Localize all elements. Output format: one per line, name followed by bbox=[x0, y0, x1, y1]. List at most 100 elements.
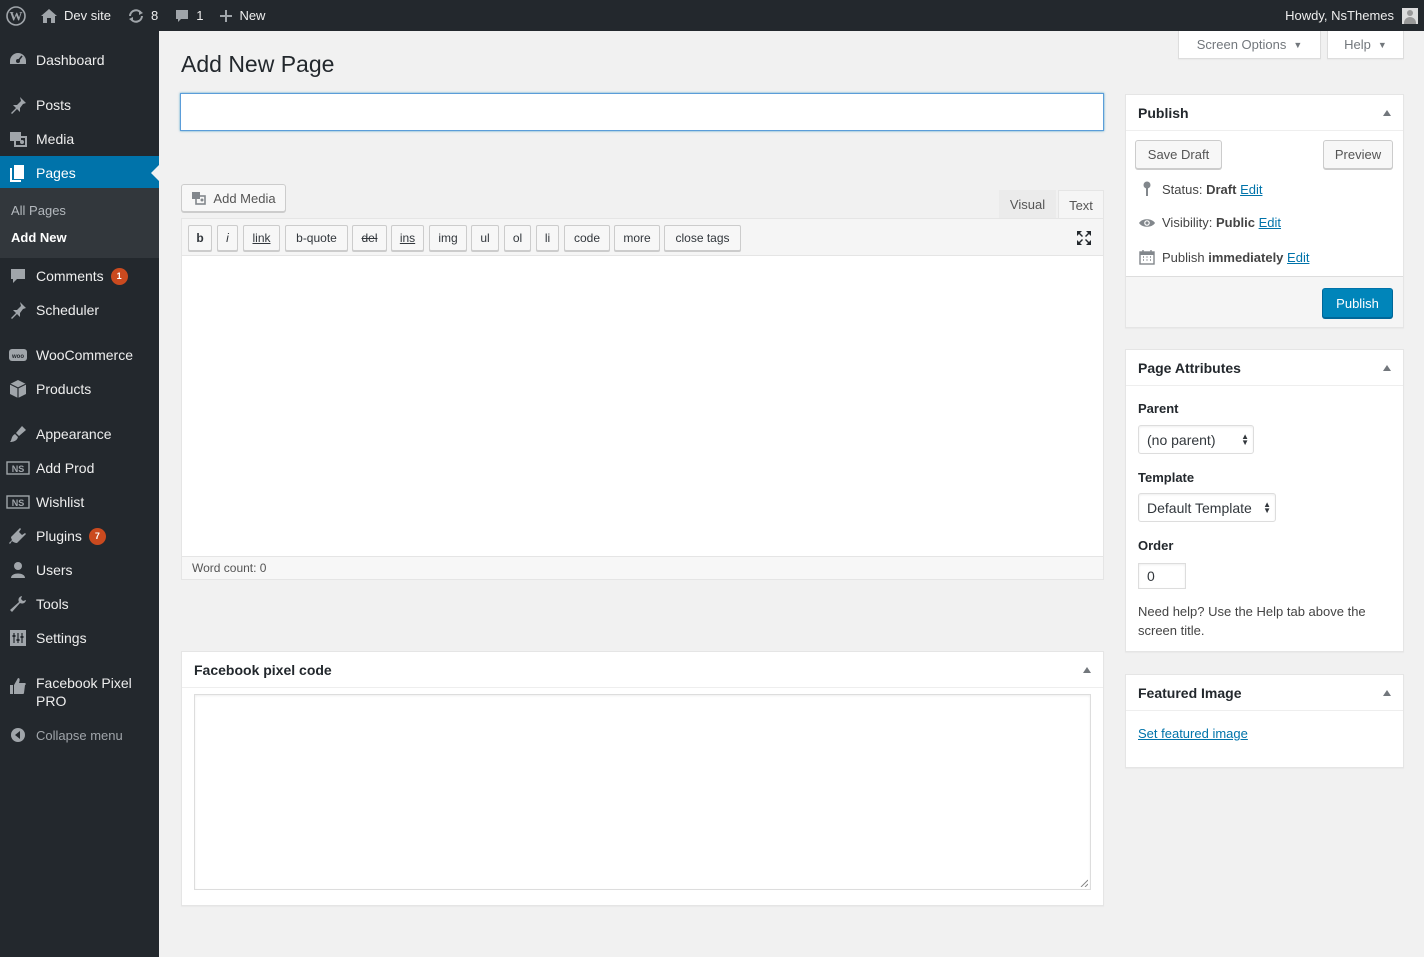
parent-label: Parent bbox=[1138, 401, 1179, 416]
status-value: Draft bbox=[1206, 181, 1237, 197]
my-account-menu[interactable]: Howdy, NsThemes bbox=[1285, 0, 1418, 31]
menu-item-scheduler[interactable]: Scheduler bbox=[0, 293, 159, 327]
home-icon bbox=[40, 8, 58, 24]
menu-item-users[interactable]: Users bbox=[0, 553, 159, 587]
order-input-value: 0 bbox=[1147, 568, 1155, 584]
qt-italic-button[interactable]: i bbox=[217, 225, 238, 251]
edit-visibility-link[interactable]: Edit bbox=[1259, 215, 1281, 230]
caret-down-icon: ▼ bbox=[1377, 39, 1387, 50]
svg-text:NS: NS bbox=[12, 498, 25, 508]
qt-ins-button[interactable]: ins bbox=[391, 225, 424, 251]
qt-bold-button[interactable]: b bbox=[188, 225, 212, 251]
page-title: Add New Page bbox=[181, 51, 335, 77]
help-label: Help bbox=[1344, 37, 1371, 52]
order-input[interactable]: 0 bbox=[1138, 563, 1186, 589]
edit-status-link[interactable]: Edit bbox=[1240, 182, 1262, 197]
site-name-menu[interactable]: Dev site bbox=[34, 0, 119, 31]
toggle-arrow-icon[interactable] bbox=[1083, 667, 1091, 673]
qt-ol-button[interactable]: ol bbox=[504, 225, 531, 251]
menu-item-comments[interactable]: Comments 1 bbox=[0, 259, 159, 293]
new-content-menu[interactable]: New bbox=[211, 0, 273, 31]
facebook-pixel-box-header[interactable]: Facebook pixel code bbox=[182, 652, 1103, 688]
menu-item-label: Add Prod bbox=[36, 460, 95, 476]
menu-item-label: Users bbox=[36, 562, 73, 578]
admin-bar: W Dev site 8 1 New Howdy, NsThemes bbox=[0, 0, 1424, 31]
menu-item-products[interactable]: Products bbox=[0, 372, 159, 406]
toggle-arrow-icon[interactable] bbox=[1383, 110, 1391, 116]
qt-close-tags-button[interactable]: close tags bbox=[664, 225, 741, 251]
save-draft-button[interactable]: Save Draft bbox=[1135, 140, 1222, 169]
screen-options-label: Screen Options bbox=[1196, 37, 1287, 52]
publish-box-title: Publish bbox=[1138, 104, 1189, 121]
edit-publish-time-link[interactable]: Edit bbox=[1287, 250, 1309, 265]
add-media-label: Add Media bbox=[213, 190, 276, 206]
menu-item-label: Facebook Pixel PRO bbox=[36, 675, 132, 709]
submenu-all-pages[interactable]: All Pages bbox=[11, 203, 66, 218]
publish-box-header[interactable]: Publish bbox=[1126, 95, 1403, 131]
toggle-arrow-icon[interactable] bbox=[1383, 365, 1391, 371]
set-featured-image-link[interactable]: Set featured image bbox=[1138, 726, 1248, 741]
menu-item-wishlist[interactable]: NS Wishlist bbox=[0, 485, 159, 519]
publish-button[interactable]: Publish bbox=[1322, 288, 1393, 318]
qt-li-button[interactable]: li bbox=[536, 225, 559, 251]
menu-item-tools[interactable]: Tools bbox=[0, 587, 159, 621]
qt-bquote-button[interactable]: b-quote bbox=[285, 225, 348, 251]
template-select[interactable]: Default Template ▲ ▼ bbox=[1138, 493, 1276, 522]
menu-item-settings[interactable]: Settings bbox=[0, 621, 159, 655]
qt-link-button[interactable]: link bbox=[243, 225, 280, 251]
updates-menu[interactable]: 8 bbox=[119, 0, 166, 31]
menu-item-add-prod[interactable]: NS Add Prod bbox=[0, 451, 159, 485]
eye-icon bbox=[1138, 217, 1156, 229]
facebook-pixel-textarea[interactable] bbox=[194, 694, 1091, 890]
publish-box: Publish Save Draft Preview Status: Draft… bbox=[1125, 94, 1404, 328]
content-textarea[interactable] bbox=[182, 256, 1103, 556]
tab-visual[interactable]: Visual bbox=[999, 190, 1056, 219]
menu-item-woocommerce[interactable]: woo WooCommerce bbox=[0, 338, 159, 372]
svg-text:W: W bbox=[10, 8, 23, 23]
title-input[interactable] bbox=[180, 93, 1104, 131]
featured-image-header[interactable]: Featured Image bbox=[1126, 675, 1403, 711]
page-attributes-title: Page Attributes bbox=[1138, 359, 1241, 376]
menu-item-plugins[interactable]: Plugins 7 bbox=[0, 519, 159, 553]
qt-del-button[interactable]: del bbox=[352, 225, 387, 251]
add-media-button[interactable]: Add Media bbox=[181, 184, 286, 212]
updates-count: 8 bbox=[150, 8, 159, 23]
comment-icon bbox=[174, 8, 190, 24]
preview-button[interactable]: Preview bbox=[1323, 140, 1393, 169]
ns-icon: NS bbox=[0, 460, 36, 476]
calendar-icon bbox=[1138, 249, 1156, 265]
box-icon bbox=[0, 379, 36, 399]
parent-select[interactable]: (no parent) ▲ ▼ bbox=[1138, 425, 1254, 454]
resize-grip-icon[interactable] bbox=[1080, 879, 1088, 887]
wordpress-logo-icon[interactable]: W bbox=[0, 0, 34, 31]
help-button[interactable]: Help ▼ bbox=[1327, 31, 1404, 59]
select-arrows-icon: ▲ ▼ bbox=[1241, 431, 1249, 447]
menu-item-label: Dashboard bbox=[36, 52, 105, 68]
menu-item-label: Products bbox=[36, 381, 92, 397]
screen-options-button[interactable]: Screen Options ▼ bbox=[1178, 31, 1321, 59]
plus-icon bbox=[219, 9, 233, 23]
toggle-arrow-icon[interactable] bbox=[1383, 690, 1391, 696]
menu-item-posts[interactable]: Posts bbox=[0, 88, 159, 122]
qt-ul-button[interactable]: ul bbox=[471, 225, 499, 251]
tab-text[interactable]: Text bbox=[1058, 190, 1104, 219]
submenu-add-new[interactable]: Add New bbox=[11, 230, 67, 245]
menu-item-media[interactable]: Media bbox=[0, 122, 159, 156]
menu-item-pages[interactable]: Pages bbox=[0, 156, 159, 190]
comments-menu[interactable]: 1 bbox=[166, 0, 211, 31]
fullscreen-icon[interactable] bbox=[1075, 229, 1093, 247]
parent-select-value: (no parent) bbox=[1147, 431, 1216, 448]
svg-text:NS: NS bbox=[12, 464, 25, 474]
wrench-icon bbox=[0, 594, 36, 614]
select-arrows-icon: ▲ ▼ bbox=[1263, 499, 1271, 515]
qt-more-button[interactable]: more bbox=[614, 225, 660, 251]
page-attributes-header[interactable]: Page Attributes bbox=[1126, 350, 1403, 386]
collapse-menu-button[interactable]: Collapse menu bbox=[0, 723, 159, 747]
publishing-action: Publish bbox=[1126, 276, 1403, 327]
qt-img-button[interactable]: img bbox=[429, 225, 467, 251]
menu-item-dashboard[interactable]: Dashboard bbox=[0, 43, 159, 77]
qt-code-button[interactable]: code bbox=[564, 225, 610, 251]
quicktags-toolbar: b i link b-quote del ins img ul ol li co… bbox=[182, 219, 1103, 256]
menu-item-appearance[interactable]: Appearance bbox=[0, 417, 159, 451]
menu-item-facebook-pixel-pro[interactable]: Facebook Pixel PRO bbox=[0, 666, 159, 710]
